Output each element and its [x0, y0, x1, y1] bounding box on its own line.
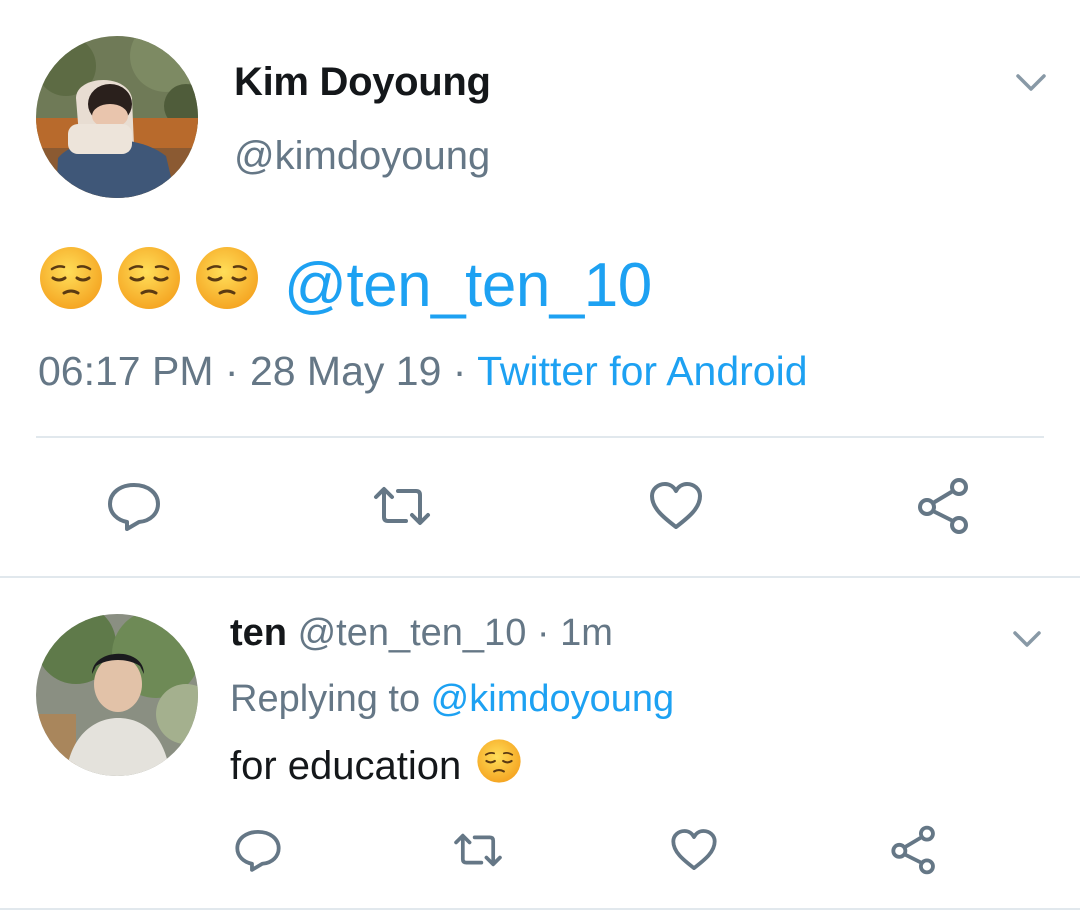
- tweet-source-link[interactable]: Twitter for Android: [477, 348, 807, 394]
- replying-to-mention[interactable]: @kimdoyoung: [431, 678, 674, 720]
- reply-header: ten @ten_ten_10 · 1m: [230, 612, 613, 655]
- reply-handle[interactable]: @ten_ten_10: [298, 612, 527, 654]
- share-button[interactable]: [882, 818, 946, 882]
- reply-text: for education: [230, 738, 522, 794]
- reply-icon: [235, 830, 281, 872]
- heart-icon: [650, 482, 702, 529]
- display-name[interactable]: Kim Doyoung: [234, 60, 491, 105]
- share-icon: [918, 478, 968, 534]
- reply-text-body: for education: [230, 743, 473, 788]
- heart-icon: [671, 829, 717, 870]
- meta-separator: ·: [441, 348, 478, 394]
- like-button[interactable]: [644, 474, 708, 538]
- retweet-button[interactable]: [370, 474, 434, 538]
- pensive-face-emoji: [194, 245, 260, 326]
- divider: [36, 436, 1044, 438]
- replying-to: Replying to @kimdoyoung: [230, 678, 674, 721]
- reply-button[interactable]: [226, 818, 290, 882]
- retweet-button[interactable]: [446, 818, 510, 882]
- meta-separator: ·: [213, 348, 250, 394]
- tweet-text: @ten_ten_10: [38, 246, 652, 321]
- tweet-date: 28 May 19: [249, 348, 442, 394]
- chevron-down-icon[interactable]: [1012, 64, 1050, 102]
- retweet-icon: [374, 487, 430, 525]
- meta-separator: ·: [526, 612, 561, 654]
- avatar-ten[interactable]: [36, 614, 198, 776]
- like-button[interactable]: [662, 818, 726, 882]
- reply-display-name[interactable]: ten: [230, 612, 287, 654]
- retweet-icon: [454, 833, 502, 867]
- pensive-face-emoji: [116, 245, 182, 326]
- mention-link[interactable]: @ten_ten_10: [284, 250, 652, 321]
- chevron-down-icon[interactable]: [1008, 620, 1046, 658]
- pensive-face-emoji: [476, 738, 522, 794]
- reply-icon: [108, 483, 160, 531]
- reply-age: 1m: [560, 612, 613, 654]
- pensive-face-emoji: [38, 245, 104, 326]
- replying-label: Replying to: [230, 678, 431, 720]
- share-button[interactable]: [912, 474, 976, 538]
- divider: [0, 908, 1080, 910]
- share-icon: [891, 825, 935, 875]
- user-handle[interactable]: @kimdoyoung: [234, 134, 490, 179]
- tweet-metadata: 06:17 PM · 28 May 19 · Twitter for Andro…: [38, 348, 808, 395]
- reply-button[interactable]: [102, 474, 166, 538]
- tweet-time: 06:17 PM: [38, 348, 214, 394]
- avatar-kim-doyoung[interactable]: [36, 36, 198, 198]
- divider: [0, 576, 1080, 578]
